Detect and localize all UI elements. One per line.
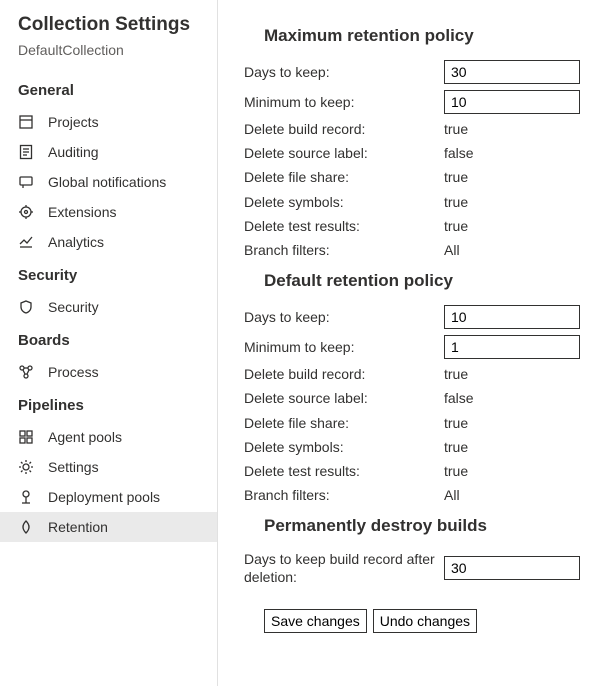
field-value: true [444,218,468,234]
sidebar-item-label: Settings [48,459,99,475]
sidebar-item-label: Analytics [48,234,104,250]
deployment-icon [18,489,34,505]
field-label: Delete build record: [244,365,444,383]
notifications-icon [18,174,34,190]
field-label: Branch filters: [244,241,444,259]
sidebar-item-label: Agent pools [48,429,122,445]
sidebar-item-security[interactable]: Security [0,292,217,322]
sidebar-item-projects[interactable]: Projects [0,107,217,137]
sidebar-item-global-notifications[interactable]: Global notifications [0,167,217,197]
agent-pools-icon [18,429,34,445]
sidebar-item-agent-pools[interactable]: Agent pools [0,422,217,452]
destroy-days-input[interactable] [444,556,580,580]
retention-icon [18,519,34,535]
field-label: Days to keep build record after deletion… [244,550,444,586]
field-value: All [444,487,460,503]
nav-group-general: General [0,72,217,107]
section-heading-destroy: Permanently destroy builds [264,516,581,536]
nav-group-pipelines: Pipelines [0,387,217,422]
process-icon [18,364,34,380]
sidebar-item-settings[interactable]: Settings [0,452,217,482]
sidebar-item-retention[interactable]: Retention [0,512,217,542]
field-label: Delete source label: [244,389,444,407]
analytics-icon [18,234,34,250]
nav-group-security: Security [0,257,217,292]
field-value: All [444,242,460,258]
sidebar-item-process[interactable]: Process [0,357,217,387]
nav-group-boards: Boards [0,322,217,357]
sidebar-item-deployment-pools[interactable]: Deployment pools [0,482,217,512]
field-label: Branch filters: [244,486,444,504]
field-value: true [444,463,468,479]
projects-icon [18,114,34,130]
sidebar-item-analytics[interactable]: Analytics [0,227,217,257]
sidebar-item-label: Auditing [48,144,99,160]
default-days-input[interactable] [444,305,580,329]
field-value: true [444,194,468,210]
field-label: Days to keep: [244,308,444,326]
field-value: true [444,415,468,431]
extensions-icon [18,204,34,220]
sidebar-item-label: Deployment pools [48,489,160,505]
save-button[interactable]: Save changes [264,609,367,633]
collection-name: DefaultCollection [0,42,217,72]
sidebar: Collection Settings DefaultCollection Ge… [0,0,218,686]
field-label: Delete test results: [244,462,444,480]
sidebar-item-auditing[interactable]: Auditing [0,137,217,167]
max-days-input[interactable] [444,60,580,84]
field-label: Minimum to keep: [244,338,444,356]
field-label: Delete symbols: [244,438,444,456]
section-heading-default: Default retention policy [264,271,581,291]
main-content: Maximum retention policy Days to keep: M… [218,0,603,686]
shield-icon [18,299,34,315]
field-label: Delete test results: [244,217,444,235]
field-label: Delete file share: [244,168,444,186]
field-label: Delete file share: [244,414,444,432]
field-label: Delete symbols: [244,193,444,211]
field-value: false [444,390,474,406]
auditing-icon [18,144,34,160]
field-value: false [444,145,474,161]
default-minimum-input[interactable] [444,335,580,359]
sidebar-item-extensions[interactable]: Extensions [0,197,217,227]
sidebar-item-label: Global notifications [48,174,166,190]
sidebar-item-label: Retention [48,519,108,535]
field-label: Delete build record: [244,120,444,138]
field-label: Days to keep: [244,63,444,81]
field-label: Delete source label: [244,144,444,162]
sidebar-item-label: Projects [48,114,99,130]
undo-button[interactable]: Undo changes [373,609,477,633]
gear-icon [18,459,34,475]
field-value: true [444,169,468,185]
field-value: true [444,121,468,137]
max-minimum-input[interactable] [444,90,580,114]
field-label: Minimum to keep: [244,93,444,111]
field-value: true [444,439,468,455]
page-title: Collection Settings [0,14,217,42]
sidebar-item-label: Security [48,299,99,315]
sidebar-item-label: Extensions [48,204,116,220]
section-heading-maximum: Maximum retention policy [264,26,581,46]
field-value: true [444,366,468,382]
sidebar-item-label: Process [48,364,99,380]
